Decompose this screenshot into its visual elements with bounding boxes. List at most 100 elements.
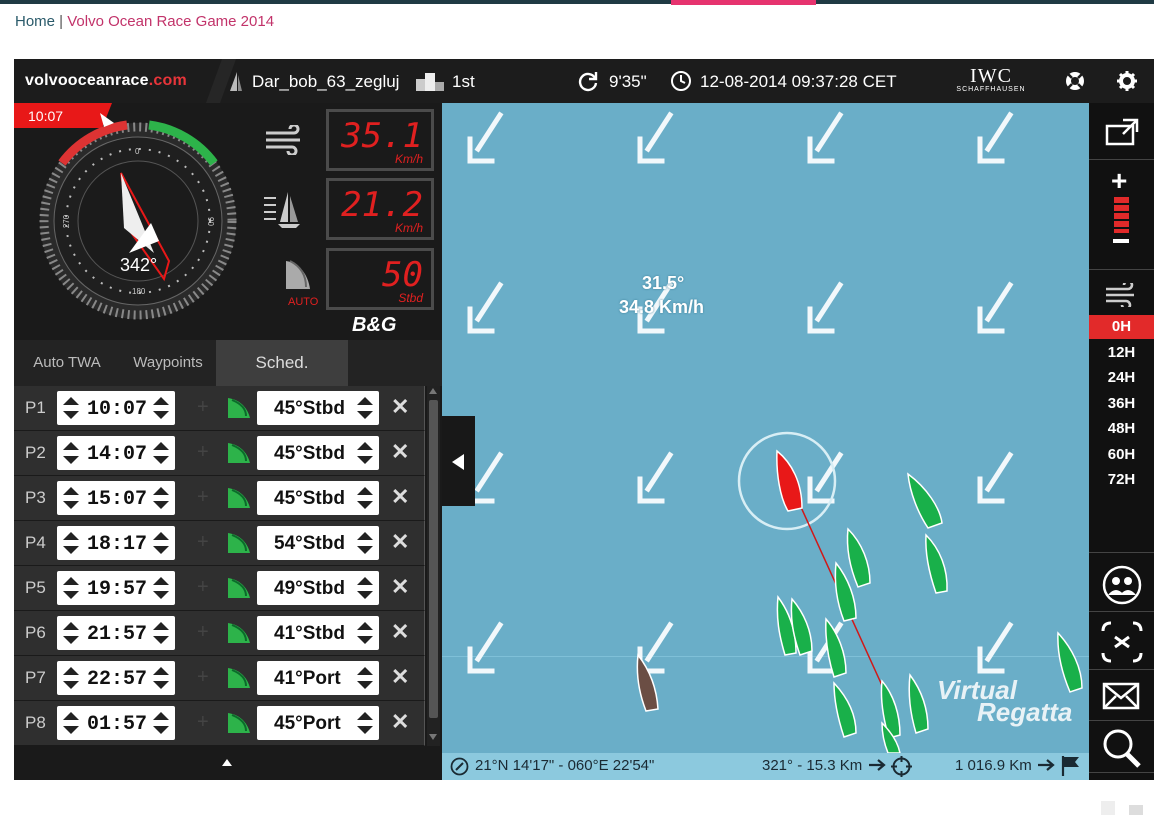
schedule-time-value[interactable]: 18:17 xyxy=(87,533,147,556)
schedule-angle-value[interactable]: 54°Stbd xyxy=(274,533,345,555)
forecast-hour-12h[interactable]: 12H xyxy=(1089,341,1154,365)
angle-up-down-icon[interactable] xyxy=(355,395,375,421)
schedule-scrollbar[interactable] xyxy=(427,386,440,746)
zoom-out-icon[interactable] xyxy=(1113,239,1129,243)
schedule-angle-value[interactable]: 45°Stbd xyxy=(274,443,345,465)
time-stepper[interactable]: 14:07 xyxy=(57,436,175,470)
time-stepper[interactable]: 15:07 xyxy=(57,481,175,515)
time-stepper[interactable]: 19:57 xyxy=(57,571,175,605)
angle-up-down-icon[interactable] xyxy=(355,710,375,736)
settings-gear-icon[interactable] xyxy=(1116,70,1138,92)
time-up-down-icon[interactable] xyxy=(61,395,81,421)
twa-stepper[interactable]: 45°Port xyxy=(257,706,379,740)
sail-type-icon[interactable] xyxy=(224,621,252,645)
twa-stepper[interactable]: 45°Stbd xyxy=(257,436,379,470)
tab-auto-twa[interactable]: Auto TWA xyxy=(14,340,120,386)
forecast-hour-24h[interactable]: 24H xyxy=(1089,366,1154,390)
schedule-time-value[interactable]: 22:57 xyxy=(87,668,147,691)
compass-dial[interactable] xyxy=(14,103,259,339)
time-up-down-icon[interactable] xyxy=(61,485,81,511)
brand-logo[interactable]: volvooceanrace.com xyxy=(25,72,187,90)
opponent-boat[interactable] xyxy=(825,617,847,678)
add-waypoint-plus-icon[interactable]: + xyxy=(197,666,209,689)
breadcrumb-home-link[interactable]: Home xyxy=(15,13,55,30)
search-icon[interactable] xyxy=(1101,727,1143,769)
delete-row-close-icon[interactable]: ✕ xyxy=(391,394,409,420)
angle-up-down-icon[interactable] xyxy=(355,530,375,556)
forecast-hour-72h[interactable]: 72H xyxy=(1089,468,1154,492)
time-up-down-icon[interactable] xyxy=(61,665,81,691)
angle-up-down-icon[interactable] xyxy=(355,620,375,646)
collapse-left-panel-button[interactable] xyxy=(442,416,475,506)
twa-stepper[interactable]: 41°Port xyxy=(257,661,379,695)
time-up-down-icon[interactable] xyxy=(151,710,171,736)
schedule-angle-value[interactable]: 41°Port xyxy=(274,668,341,690)
ranking-podium-icon[interactable] xyxy=(414,69,446,93)
opponent-boat[interactable] xyxy=(908,673,929,734)
schedule-angle-value[interactable]: 45°Port xyxy=(274,713,341,735)
sail-type-icon[interactable] xyxy=(224,666,252,690)
add-waypoint-plus-icon[interactable]: + xyxy=(197,486,209,509)
add-waypoint-plus-icon[interactable]: + xyxy=(197,531,209,554)
delete-row-close-icon[interactable]: ✕ xyxy=(391,439,409,465)
schedule-angle-value[interactable]: 41°Stbd xyxy=(274,623,345,645)
forecast-hour-48h[interactable]: 48H xyxy=(1089,417,1154,441)
twa-stepper[interactable]: 49°Stbd xyxy=(257,571,379,605)
own-boat[interactable] xyxy=(776,449,803,512)
tab-schedule[interactable]: Sched. xyxy=(216,340,348,386)
breadcrumb-current[interactable]: Volvo Ocean Race Game 2014 xyxy=(67,13,274,30)
zoom-in-icon[interactable]: + xyxy=(1111,165,1127,197)
sail-type-icon[interactable] xyxy=(224,396,252,420)
time-up-down-icon[interactable] xyxy=(151,665,171,691)
target-waypoint-icon[interactable] xyxy=(891,756,912,777)
sail-type-icon[interactable] xyxy=(224,441,252,465)
schedule-angle-value[interactable]: 45°Stbd xyxy=(274,398,345,420)
opponent-boat[interactable] xyxy=(846,527,871,588)
mail-icon[interactable] xyxy=(1102,682,1140,710)
delete-row-close-icon[interactable]: ✕ xyxy=(391,574,409,600)
fullscreen-icon[interactable] xyxy=(1105,118,1139,146)
scrollbar-thumb[interactable] xyxy=(429,400,438,718)
time-up-down-icon[interactable] xyxy=(151,575,171,601)
time-up-down-icon[interactable] xyxy=(151,440,171,466)
schedule-time-value[interactable]: 14:07 xyxy=(87,443,147,466)
time-stepper[interactable]: 18:17 xyxy=(57,526,175,560)
schedule-time-value[interactable]: 10:07 xyxy=(87,398,147,421)
zoom-level-indicator[interactable] xyxy=(1114,197,1129,233)
time-up-down-icon[interactable] xyxy=(61,440,81,466)
collapse-panel-up-icon[interactable] xyxy=(222,759,232,766)
time-up-down-icon[interactable] xyxy=(151,395,171,421)
forecast-hour-36h[interactable]: 36H xyxy=(1089,392,1154,416)
schedule-time-value[interactable]: 21:57 xyxy=(87,623,147,646)
time-stepper[interactable]: 10:07 xyxy=(57,391,175,425)
time-up-down-icon[interactable] xyxy=(151,530,171,556)
friends-group-icon[interactable] xyxy=(1102,565,1142,605)
schedule-time-value[interactable]: 19:57 xyxy=(87,578,147,601)
time-up-down-icon[interactable] xyxy=(61,575,81,601)
schedule-angle-value[interactable]: 49°Stbd xyxy=(274,578,345,600)
delete-row-close-icon[interactable]: ✕ xyxy=(391,529,409,555)
time-up-down-icon[interactable] xyxy=(151,620,171,646)
scroll-down-arrow-icon[interactable] xyxy=(429,734,437,740)
time-up-down-icon[interactable] xyxy=(61,530,81,556)
leaderboard-podium-icon[interactable] xyxy=(1099,787,1145,817)
forecast-hour-0h[interactable]: 0H xyxy=(1089,315,1154,339)
opponent-boat[interactable] xyxy=(907,472,943,529)
time-stepper[interactable]: 01:57 xyxy=(57,706,175,740)
add-waypoint-plus-icon[interactable]: + xyxy=(197,711,209,734)
time-up-down-icon[interactable] xyxy=(61,620,81,646)
time-stepper[interactable]: 21:57 xyxy=(57,616,175,650)
time-stepper[interactable]: 22:57 xyxy=(57,661,175,695)
sail-type-icon[interactable] xyxy=(224,486,252,510)
add-waypoint-plus-icon[interactable]: + xyxy=(197,621,209,644)
tab-waypoints[interactable]: Waypoints xyxy=(120,340,216,386)
schedule-time-value[interactable]: 01:57 xyxy=(87,713,147,736)
time-up-down-icon[interactable] xyxy=(151,485,171,511)
add-waypoint-plus-icon[interactable]: + xyxy=(197,396,209,419)
schedule-time-value[interactable]: 15:07 xyxy=(87,488,147,511)
twa-stepper[interactable]: 41°Stbd xyxy=(257,616,379,650)
add-waypoint-plus-icon[interactable]: + xyxy=(197,576,209,599)
delete-row-close-icon[interactable]: ✕ xyxy=(391,664,409,690)
sail-type-icon[interactable] xyxy=(224,576,252,600)
delete-row-close-icon[interactable]: ✕ xyxy=(391,709,409,735)
